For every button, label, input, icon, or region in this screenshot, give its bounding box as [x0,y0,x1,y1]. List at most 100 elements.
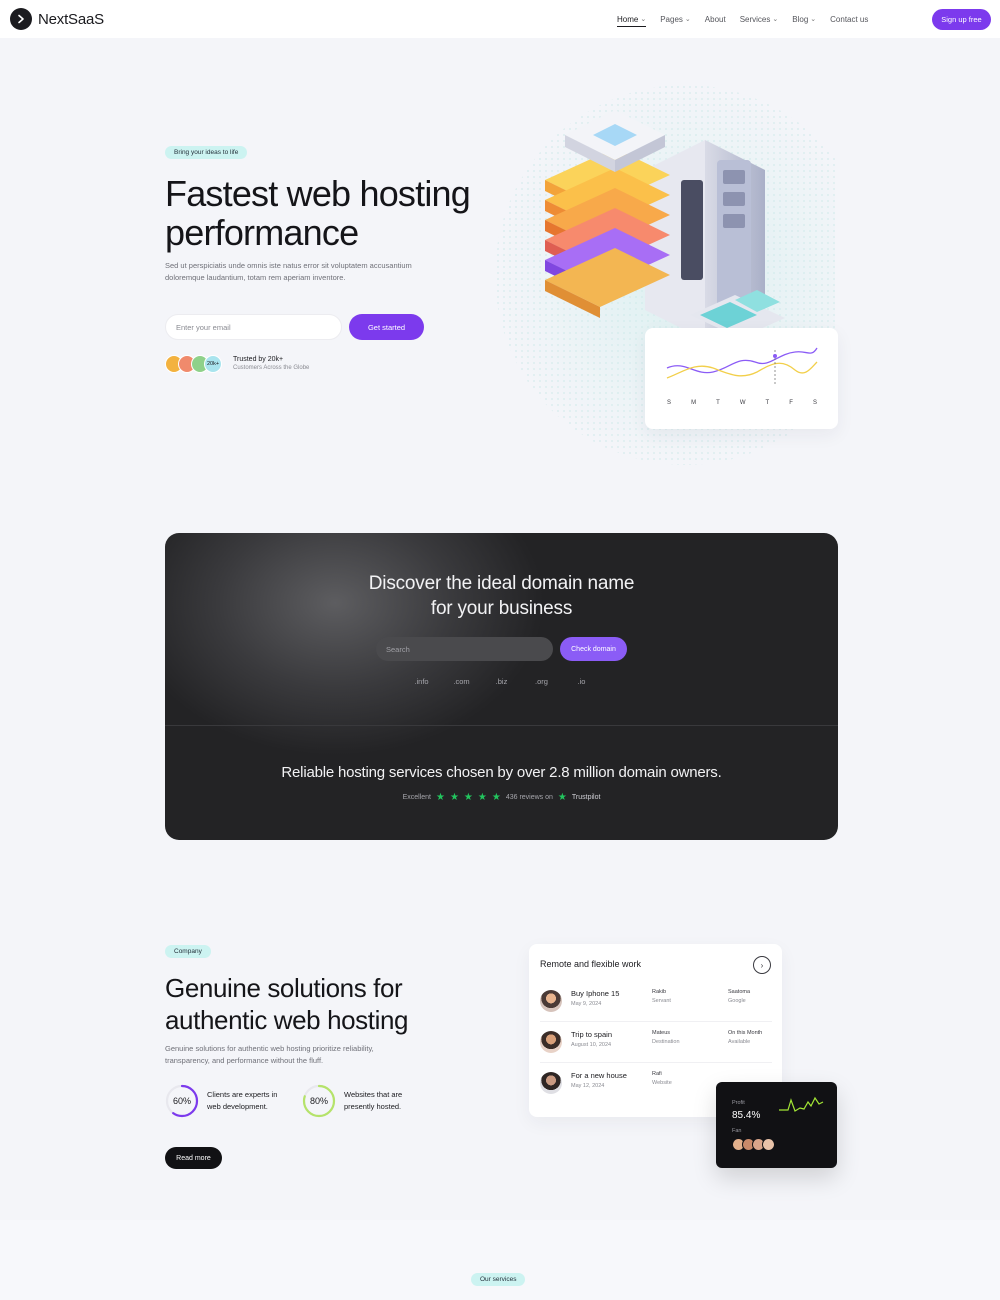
row-title: For a new house [571,1071,627,1080]
stat-clients: 60% Clients are experts in web developme… [165,1084,287,1118]
star-icon: ★ [477,792,487,803]
row-title: Buy Iphone 15 [571,989,620,998]
stat-text: Clients are experts in web development. [207,1090,278,1111]
day-label: S [667,400,672,406]
work-card-title: Remote and flexible work [540,959,642,969]
company-badge: Company [165,945,211,958]
nav-item-pages[interactable]: Pages ⌄ [660,0,691,38]
nav-item-home[interactable]: Home ⌄ [617,0,647,38]
read-more-button[interactable]: Read more [165,1147,222,1169]
day-label: W [739,400,746,406]
list-item[interactable]: Buy Iphone 15 May 9, 2024 Rakib Servant Sa… [540,982,772,1022]
progress-ring: 80% [302,1084,336,1118]
list-item[interactable]: Trip to spain August 10, 2024 Mateus Desti… [540,1023,772,1063]
arrow-right-icon[interactable]: › [753,956,771,974]
trusted-block: Trusted by 20k+ Customers Across the Glo… [233,356,309,371]
nav-item-label: Services [739,14,771,24]
avatar-count-badge: 20k+ [204,355,222,373]
weekly-chart-card: S M T W T F S [645,328,838,429]
top-navigation: NextSaaS Home ⌄ Pages ⌄ About Services ⌄ Bl… [0,0,1000,38]
tld-option[interactable]: .org [522,677,562,686]
domain-search-input[interactable] [376,637,553,661]
chevron-down-icon: ⌄ [684,16,691,23]
nav-item-blog[interactable]: Blog ⌄ [792,0,816,38]
get-started-button[interactable]: Get started [349,314,424,340]
domain-tagline: Reliable hosting services chosen by over… [281,764,722,781]
domain-title-line: Discover the ideal domain name [368,573,635,594]
tld-list: .info .com .biz .org .io [165,677,838,686]
star-icon: ★ [435,792,445,803]
stat-value: 60% [172,1096,191,1106]
row-meta: Rakib [652,989,667,995]
services-section [0,1220,1000,1300]
row-date: August 10, 2024 [571,1042,612,1048]
tld-option[interactable]: .info [402,677,442,686]
row-meta: On this Month [728,1030,763,1036]
fan-label: Fan [732,1128,742,1134]
day-label: T [765,400,770,406]
progress-ring: 60% [165,1084,199,1118]
row-meta: Saatoma [728,989,751,995]
logo-arrow-icon [10,8,32,30]
chevron-down-icon: ⌄ [772,16,779,23]
row-meta: Mateus [652,1030,671,1036]
row-meta: Rafi [652,1071,662,1077]
nav-item-label: Home [617,14,639,24]
rating-label: Excellent [402,794,431,801]
nav-item-label: Pages [660,14,683,24]
tld-option[interactable]: .com [442,677,482,686]
tld-option[interactable]: .io [562,677,602,686]
brand-logo[interactable]: NextSaaS [10,8,104,30]
star-icon: ★ [463,792,473,803]
domain-search-card: Discover the ideal domain name for your … [165,533,838,840]
solutions-description: Genuine solutions for authentic web host… [165,1044,374,1065]
avatar [540,1072,562,1094]
row-date: May 9, 2024 [571,1001,602,1007]
domain-title-line: for your business [430,598,573,619]
weekly-trend-lines [666,347,818,386]
trustpilot-star-icon: ★ [557,792,567,803]
star-icon: ★ [449,792,459,803]
nav-item-contact[interactable]: Contact us [830,0,868,38]
chevron-down-icon: ⌄ [810,16,817,23]
trustpilot-rating: Excellent ★ ★ ★ ★ ★ 436 reviews on ★ Tru… [165,792,838,803]
profit-card: Profit 85.4% Fan [716,1082,837,1168]
row-date: May 12, 2024 [571,1083,605,1089]
trusted-title: Trusted by 20k+ [233,356,284,363]
nav-item-services[interactable]: Services ⌄ [740,0,779,38]
profit-value: 85.4% [732,1110,761,1121]
stat-value: 80% [309,1096,328,1106]
brand-name: NextSaaS [38,10,104,28]
avatar [762,1138,775,1151]
solutions-title: Genuine solutions for authentic web host… [165,973,409,1035]
hero-title: Fastest web hosting performance [165,173,471,253]
chevron-down-icon: ⌄ [640,16,647,23]
chart-day-labels: S M T W T F S [667,400,817,406]
row-meta: Destination [652,1039,680,1045]
check-domain-button[interactable]: Check domain [560,637,627,661]
profit-label: Profit [732,1100,745,1106]
hero-description: Sed ut perspiciatis unde omnis iste natu… [165,261,412,282]
star-icon: ★ [491,792,501,803]
row-meta: Available [728,1039,751,1045]
domain-title: Discover the ideal domain name for your … [165,571,838,621]
nav-item-label: About [704,14,726,24]
nav-item-about[interactable]: About [705,0,726,38]
nav-item-label: Contact us [830,14,869,24]
signup-button[interactable]: Sign up free [932,9,991,30]
day-label: F [789,400,793,406]
trustpilot-label: Trustpilot [571,794,601,801]
trusted-subtitle: Customers Across the Globe [233,365,310,371]
row-meta: Google [728,998,746,1004]
avatar [540,1031,562,1053]
row-meta: Website [652,1080,672,1086]
day-label: T [716,400,720,406]
hero-badge: Bring your ideas to life [165,146,248,159]
fan-avatars [732,1138,775,1151]
row-meta: Servant [652,998,671,1004]
day-label: M [691,400,697,406]
divider [165,725,838,726]
tld-option[interactable]: .biz [482,677,522,686]
email-input[interactable] [165,314,342,340]
stat-text: Websites that are presently hosted. [344,1090,403,1111]
